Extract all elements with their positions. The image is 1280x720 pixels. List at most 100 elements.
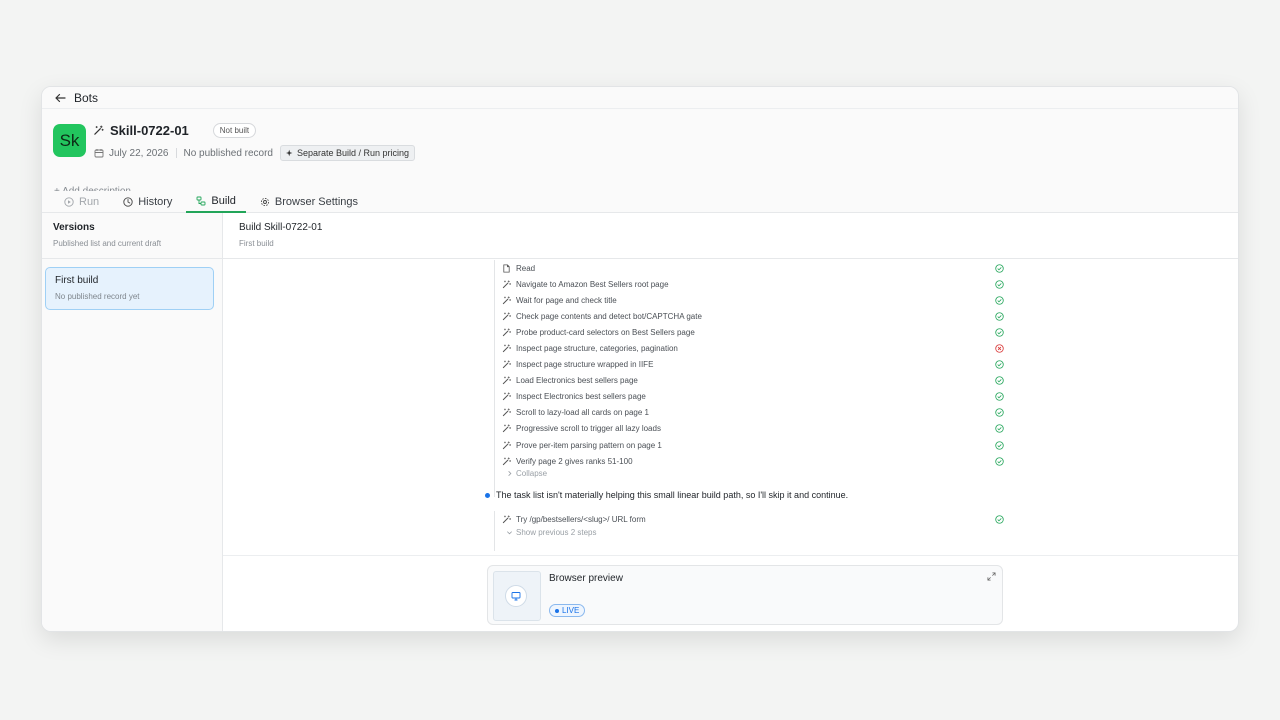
step-label: Probe product-card selectors on Best Sel…	[516, 327, 695, 337]
versions-header: Versions Published list and current draf…	[42, 213, 222, 259]
status-badge: Not built	[212, 123, 257, 138]
monitor-icon-wrap	[505, 585, 527, 607]
collapse-label: Collapse	[516, 469, 548, 478]
success-status-icon	[995, 376, 1004, 385]
build-icon	[196, 196, 206, 206]
build-panel: Build Skill-0722-01 First build Read Navi…	[223, 213, 1238, 631]
build-header: Build Skill-0722-01 First build	[223, 213, 1238, 259]
step-row[interactable]: Navigate to Amazon Best Sellers root pag…	[494, 276, 1004, 292]
back-to-bots-link[interactable]: Bots	[54, 91, 98, 105]
wand-icon	[502, 360, 511, 369]
step-label: Try /gp/bestsellers/<slug>/ URL form	[516, 514, 646, 524]
step-row[interactable]: Wait for page and check title	[494, 292, 1004, 308]
step-row[interactable]: Prove per-item parsing pattern on page 1	[494, 437, 1004, 453]
page-title: Skill-0722-01	[110, 123, 189, 138]
avatar: Sk	[53, 124, 86, 157]
success-status-icon	[995, 456, 1004, 466]
tab-browser-settings[interactable]: Browser Settings	[250, 191, 368, 213]
sparkle-icon	[286, 149, 293, 157]
build-title: Build Skill-0722-01	[239, 222, 323, 233]
step-row[interactable]: Inspect page structure wrapped in IIFE	[494, 357, 1004, 373]
versions-subtitle: Published list and current draft	[53, 239, 162, 248]
meta-divider	[175, 148, 177, 158]
browser-preview-card[interactable]: Browser preview LIVE	[487, 565, 1003, 625]
versions-title: Versions	[53, 222, 95, 233]
monitor-icon	[511, 592, 521, 601]
success-status-icon	[995, 312, 1004, 321]
steps-list: Read Navigate to Amazon Best Sellers root…	[494, 260, 1004, 469]
steps2-list: Try /gp/bestsellers/<slug>/ URL form	[494, 511, 1004, 527]
show-previous-label: Show previous 2 steps	[516, 528, 597, 537]
tab-build[interactable]: Build	[186, 191, 246, 213]
success-status-icon	[995, 424, 1004, 434]
created-date: July 22, 2026	[109, 147, 169, 159]
meta-row: July 22, 2026 No published record Separa…	[94, 145, 416, 161]
error-status-icon	[995, 344, 1004, 353]
step-row[interactable]: Progressive scroll to trigger all lazy l…	[494, 421, 1004, 437]
section-divider	[223, 555, 1238, 556]
play-icon	[64, 197, 74, 207]
published-status: No published record	[183, 147, 274, 159]
clock-icon	[123, 197, 133, 207]
step-row[interactable]: Check page contents and detect bot/CAPTC…	[494, 308, 1004, 324]
wand-icon	[502, 328, 511, 337]
pricing-badge[interactable]: Separate Build / Run pricing	[280, 145, 416, 161]
show-previous-steps-button[interactable]: Show previous 2 steps	[506, 528, 597, 537]
version-label: First build	[55, 275, 99, 286]
live-label: LIVE	[562, 606, 580, 615]
success-status-icon	[995, 408, 1004, 418]
step-label: Navigate to Amazon Best Sellers root pag…	[516, 279, 669, 289]
agent-message: The task list isn't materially helping t…	[485, 490, 848, 500]
tab-history[interactable]: History	[113, 191, 182, 213]
wand-icon	[502, 440, 511, 449]
message-dot	[485, 492, 490, 498]
content-area: Versions Published list and current draf…	[42, 213, 1238, 631]
tab-run[interactable]: Run	[54, 191, 109, 213]
step-label: Scroll to lazy-load all cards on page 1	[516, 408, 649, 418]
live-dot	[555, 608, 559, 613]
wand-icon	[502, 424, 511, 433]
success-status-icon	[995, 328, 1004, 337]
success-status-icon	[995, 440, 1004, 450]
build-subtitle: First build	[239, 239, 274, 248]
step-row[interactable]: Inspect page structure, categories, pagi…	[494, 340, 1004, 356]
collapse-button[interactable]: Collapse	[506, 469, 547, 478]
wand-icon	[502, 312, 511, 320]
success-status-icon	[995, 514, 1004, 524]
step-row[interactable]: Probe product-card selectors on Best Sel…	[494, 324, 1004, 340]
gear-icon	[260, 197, 269, 207]
step-row[interactable]: Inspect Electronics best sellers page	[494, 389, 1004, 405]
wand-icon	[502, 344, 511, 353]
success-status-icon	[995, 360, 1004, 369]
success-status-icon	[995, 263, 1004, 273]
tab-build-label: Build	[211, 195, 236, 207]
step-label: Verify page 2 gives ranks 51-100	[516, 456, 633, 466]
step-row[interactable]: Try /gp/bestsellers/<slug>/ URL form	[494, 511, 1004, 527]
wand-icon	[502, 392, 511, 401]
tab-history-label: History	[138, 196, 173, 208]
tab-list: Run History Build Browser Settings	[54, 191, 368, 213]
step-row[interactable]: Read	[494, 260, 1004, 276]
wand-icon	[502, 280, 511, 288]
wand-icon	[502, 296, 511, 304]
browser-preview-title: Browser preview	[549, 573, 623, 584]
browser-thumbnail	[493, 571, 541, 621]
title-row: Skill-0722-01 Not built	[93, 123, 257, 138]
step-row[interactable]: Verify page 2 gives ranks 51-100	[494, 453, 1004, 469]
success-status-icon	[995, 279, 1004, 289]
top-bar: Bots	[42, 87, 1238, 109]
step-label: Read	[516, 263, 536, 273]
step-label: Wait for page and check title	[516, 295, 617, 305]
wand-icon	[502, 376, 511, 385]
arrow-left-icon	[55, 93, 66, 102]
step-row[interactable]: Load Electronics best sellers page	[494, 373, 1004, 389]
step-label: Check page contents and detect bot/CAPTC…	[516, 311, 702, 321]
pricing-label: Separate Build / Run pricing	[297, 148, 410, 158]
tab-browser-settings-label: Browser Settings	[274, 196, 359, 208]
expand-icon[interactable]	[987, 572, 996, 581]
wand-icon	[94, 125, 104, 135]
calendar-icon	[94, 149, 104, 158]
wand-icon	[502, 514, 511, 523]
version-item-first-build[interactable]: First build No published record yet	[45, 267, 214, 310]
step-row[interactable]: Scroll to lazy-load all cards on page 1	[494, 405, 1004, 421]
